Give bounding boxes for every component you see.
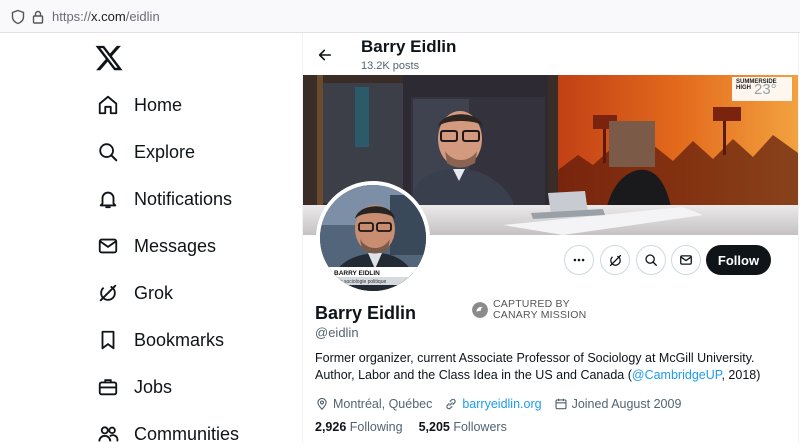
- canary-logo-icon: [472, 302, 488, 318]
- nav-label-jobs: Jobs: [134, 376, 173, 397]
- left-navigation: Home Explore Notifications Messages Grok…: [0, 33, 300, 443]
- nav-item-explore[interactable]: Explore: [92, 134, 195, 170]
- nav-label-grok: Grok: [134, 282, 174, 303]
- nav-item-notifications[interactable]: Notifications: [92, 181, 232, 217]
- profile-bio: Former organizer, current Associate Prof…: [315, 350, 793, 384]
- envelope-icon: [680, 255, 692, 265]
- nav-item-messages[interactable]: Messages: [92, 228, 216, 264]
- weather-value: 23°: [754, 81, 777, 98]
- nav-item-jobs[interactable]: Jobs: [92, 369, 172, 405]
- back-button[interactable]: [311, 41, 339, 69]
- nav-label-home: Home: [134, 94, 183, 115]
- follow-stats: 2,926 Following 5,205 Followers: [315, 420, 523, 434]
- briefcase-icon: [92, 371, 124, 403]
- message-button[interactable]: [671, 245, 701, 275]
- bookmark-icon: [92, 324, 124, 356]
- header-title: Barry Eidlin: [361, 37, 457, 56]
- following-count: 2,926: [315, 420, 347, 434]
- followers-link[interactable]: 5,205 Followers: [419, 420, 507, 434]
- website-item: barryeidlin.org: [444, 397, 542, 411]
- nav-item-bookmarks[interactable]: Bookmarks: [92, 322, 224, 358]
- avatar[interactable]: BARRY EIDLIN r de sociologie politique: [316, 181, 430, 295]
- weather-label-text: HIGH: [736, 85, 751, 91]
- column-divider-right: [798, 33, 799, 443]
- followers-count: 5,205: [418, 420, 450, 434]
- profile-handle: @eidlin: [315, 325, 359, 340]
- canary-text: CAPTURED BY CANARY MISSION: [493, 299, 586, 321]
- joined-text: Joined August 2009: [571, 397, 682, 411]
- profile-main-column: Barry Eidlin 13.2K posts SUMMERSIDE HIGH…: [303, 33, 798, 443]
- calendar-icon: [555, 398, 567, 410]
- profile-top-header: Barry Eidlin 13.2K posts: [303, 33, 798, 75]
- profile-meta: Montréal, Québec barryeidlin.org Joined …: [315, 395, 693, 413]
- weather-widget: SUMMERSIDE HIGH 23°: [732, 77, 792, 101]
- nav-label-bookmarks: Bookmarks: [134, 329, 225, 350]
- bio-mention-link[interactable]: @CambridgeUP: [632, 368, 722, 382]
- url-text[interactable]: https://x.com/eidlin: [52, 9, 160, 24]
- bio-line1: Former organizer, current Associate Prof…: [315, 351, 755, 365]
- header-post-count: 13.2K posts: [361, 60, 420, 72]
- nav-item-grok[interactable]: Grok: [92, 275, 173, 311]
- canary-line2: CANARY MISSION: [493, 309, 587, 321]
- avatar-caption-name: BARRY EIDLIN: [334, 270, 380, 277]
- home-icon: [92, 89, 124, 121]
- joined-item: Joined August 2009: [554, 397, 682, 411]
- following-link[interactable]: 2,926 Following: [315, 420, 403, 434]
- url-prefix: https://: [52, 9, 92, 24]
- url-path: /eidlin: [125, 9, 160, 24]
- bio-line2-pre: Author, Labor and the Class Idea in the …: [315, 368, 632, 382]
- more-dots-icon: [573, 258, 585, 262]
- grok-icon: [609, 254, 621, 266]
- x-logo-icon[interactable]: [94, 43, 124, 73]
- envelope-icon: [92, 230, 124, 262]
- search-icon: [645, 254, 657, 266]
- link-icon: [446, 398, 456, 410]
- lock-icon[interactable]: [30, 9, 46, 25]
- search-icon: [92, 136, 124, 168]
- location-text: Montréal, Québec: [333, 397, 433, 411]
- shield-icon[interactable]: [10, 9, 26, 25]
- browser-url-bar[interactable]: https://x.com/eidlin: [0, 0, 800, 33]
- website-link[interactable]: barryeidlin.org: [462, 397, 541, 411]
- avatar-caption-sub: r de sociologie politique: [334, 279, 386, 285]
- people-icon: [92, 418, 124, 443]
- bell-icon: [92, 183, 124, 215]
- url-host: x.com: [91, 9, 126, 24]
- grok-icon: [92, 277, 124, 309]
- following-label: Following: [349, 420, 403, 434]
- location-item: Montréal, Québec: [315, 397, 432, 411]
- bio-line2-post: , 2018): [721, 368, 761, 382]
- followers-label: Followers: [453, 420, 507, 434]
- profile-name: Barry Eidlin: [315, 303, 417, 323]
- search-profile-button[interactable]: [636, 245, 666, 275]
- avatar-image: BARRY EIDLIN r de sociologie politique: [320, 185, 426, 291]
- nav-item-communities[interactable]: Communities: [92, 416, 239, 443]
- follow-button[interactable]: Follow: [706, 245, 771, 275]
- nav-label-notifications: Notifications: [134, 188, 233, 209]
- nav-item-home[interactable]: Home: [92, 87, 182, 123]
- more-button[interactable]: [564, 245, 594, 275]
- nav-label-communities: Communities: [134, 423, 240, 443]
- grok-button[interactable]: [600, 245, 630, 275]
- arrow-left-icon: [318, 49, 332, 61]
- nav-label-messages: Messages: [134, 235, 217, 256]
- location-pin-icon: [317, 397, 327, 411]
- nav-label-explore: Explore: [134, 141, 196, 162]
